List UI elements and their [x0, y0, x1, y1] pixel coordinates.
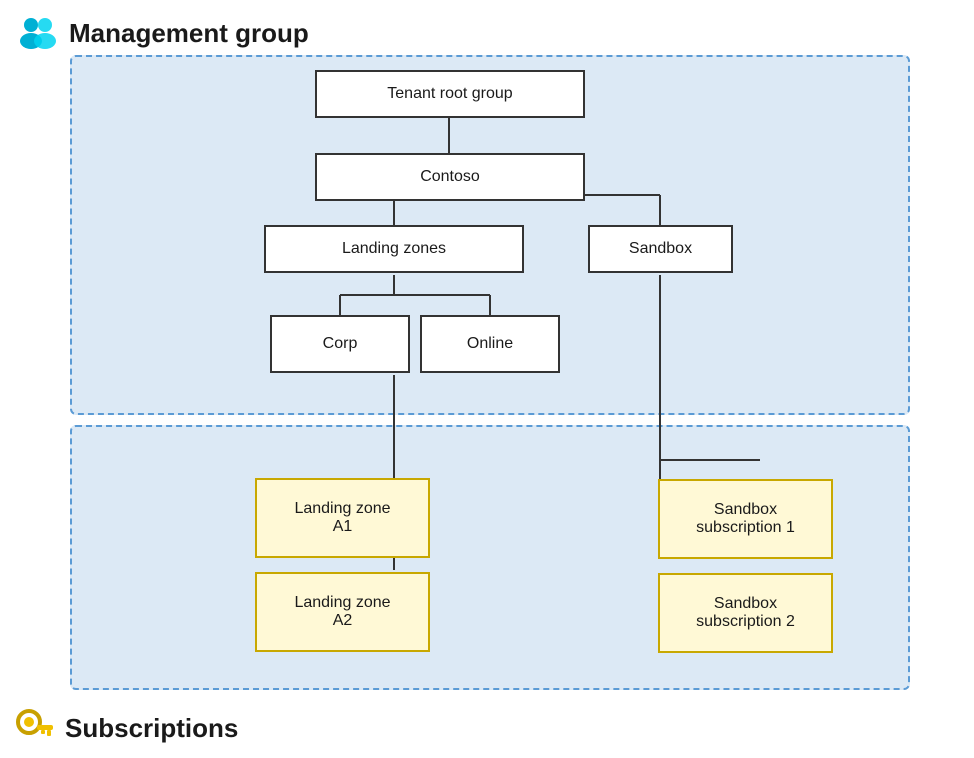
key-icon — [15, 708, 55, 748]
sandbox-sub2-box: Sandbox subscription 2 — [658, 573, 833, 653]
sandbox-box: Sandbox — [588, 225, 733, 273]
lz-a1-box: Landing zone A1 — [255, 478, 430, 558]
top-section: Management group — [15, 15, 959, 51]
users-icon — [15, 15, 59, 51]
online-box: Online — [420, 315, 560, 373]
corp-box: Corp — [270, 315, 410, 373]
contoso-box: Contoso — [315, 153, 585, 201]
mgmt-group-label: Management group — [69, 18, 309, 49]
main-container: Management group Tenant root group — [0, 0, 974, 758]
lz-a2-box: Landing zone A2 — [255, 572, 430, 652]
subs-label: Subscriptions — [65, 713, 238, 744]
subscriptions-label-area: Subscriptions — [15, 708, 238, 748]
sandbox-sub1-box: Sandbox subscription 1 — [658, 479, 833, 559]
tenant-root-box: Tenant root group — [315, 70, 585, 118]
landing-zones-box: Landing zones — [264, 225, 524, 273]
